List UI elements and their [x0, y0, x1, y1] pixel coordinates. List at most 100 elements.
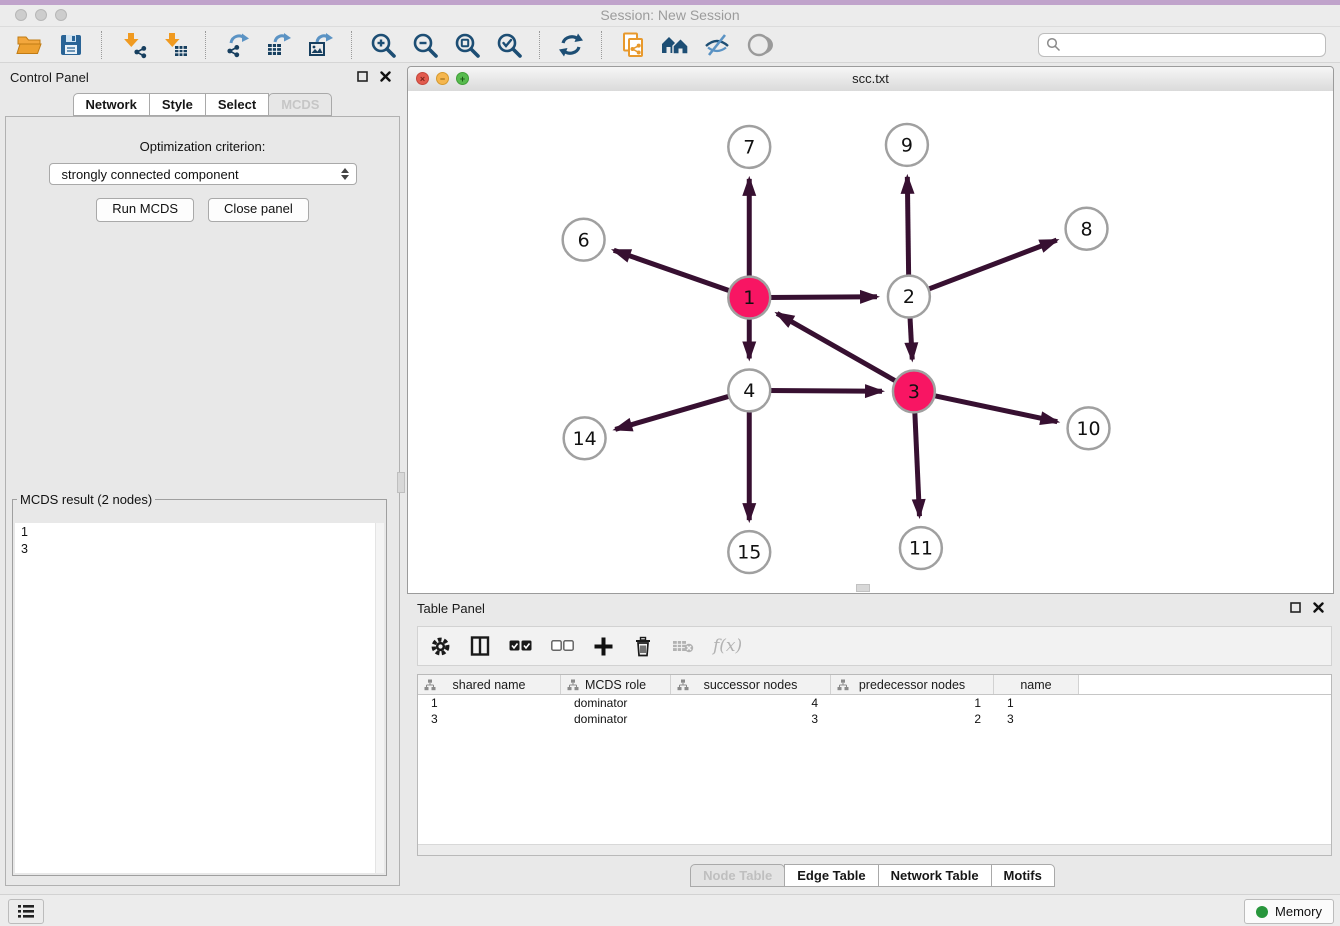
import-table-icon[interactable] [160, 30, 190, 60]
graph-edge-1-6[interactable] [614, 250, 732, 291]
tab-network[interactable]: Network [73, 93, 150, 116]
table-cell[interactable]: dominator [561, 695, 671, 711]
export-table-icon[interactable] [264, 30, 294, 60]
table-cell[interactable]: 3 [671, 711, 831, 727]
table-toolbar: f(x) [417, 626, 1332, 666]
search-input[interactable] [1065, 36, 1318, 53]
deselect-all-icon[interactable] [551, 633, 574, 659]
table-settings-icon[interactable] [430, 633, 451, 659]
graph-node-9[interactable]: 9 [886, 124, 928, 166]
node-table-body: 1dominator4113dominator323 [418, 695, 1331, 727]
column-header-shared-name[interactable]: shared name [418, 675, 561, 694]
vertical-splitter-handle[interactable] [397, 472, 405, 493]
column-header-successor-nodes[interactable]: successor nodes [671, 675, 831, 694]
select-stepper-icon [341, 168, 349, 180]
table-cell[interactable]: 1 [418, 695, 561, 711]
export-network-icon[interactable] [222, 30, 252, 60]
tab-select[interactable]: Select [205, 93, 269, 116]
delete-row-icon[interactable] [633, 633, 653, 659]
export-image-icon[interactable] [306, 30, 336, 60]
zoom-in-icon[interactable] [368, 30, 398, 60]
graph-edge-1-2[interactable] [768, 297, 877, 298]
table-cell[interactable]: 2 [831, 711, 994, 727]
clone-network-icon[interactable] [618, 30, 648, 60]
graph-edge-3-1[interactable] [777, 313, 897, 382]
memory-button[interactable]: Memory [1244, 899, 1334, 924]
table-cell[interactable]: dominator [561, 711, 671, 727]
graph-node-7[interactable]: 7 [728, 126, 770, 168]
column-header-predecessor-nodes[interactable]: predecessor nodes [831, 675, 994, 694]
toggle-columns-icon[interactable] [470, 633, 490, 659]
table-cell[interactable]: 3 [994, 711, 1079, 727]
tab-edge-table[interactable]: Edge Table [784, 864, 878, 887]
optimization-criterion-select[interactable]: strongly connected component [49, 163, 357, 185]
run-mcds-button[interactable]: Run MCDS [96, 198, 194, 222]
toolbar-separator [539, 31, 541, 59]
network-minimize-icon[interactable]: − [436, 72, 449, 85]
network-window-titlebar[interactable]: × − + scc.txt [408, 67, 1333, 92]
node-table[interactable]: shared nameMCDS rolesuccessor nodesprede… [417, 674, 1332, 856]
table-cell[interactable]: 1 [831, 695, 994, 711]
table-row[interactable]: 1dominator411 [418, 695, 1331, 711]
network-graph[interactable]: 7 9 6 8 1 2 4 3 14 10 15 11 [408, 91, 1333, 593]
tab-motifs[interactable]: Motifs [991, 864, 1055, 887]
graph-edge-2-9[interactable] [907, 177, 908, 278]
save-session-icon[interactable] [56, 30, 86, 60]
table-cell[interactable]: 1 [994, 695, 1079, 711]
graph-edge-4-14[interactable] [615, 396, 731, 430]
task-history-button[interactable] [8, 899, 44, 924]
tab-node-table[interactable]: Node Table [690, 864, 785, 887]
network-close-icon[interactable]: × [416, 72, 429, 85]
graph-node-11[interactable]: 11 [900, 527, 942, 569]
table-row[interactable]: 3dominator323 [418, 711, 1331, 727]
refresh-layout-icon[interactable] [556, 30, 586, 60]
hide-selected-icon[interactable] [702, 30, 732, 60]
zoom-fit-content-icon[interactable] [452, 30, 482, 60]
graph-edge-3-10[interactable] [932, 395, 1057, 421]
table-cell[interactable]: 4 [671, 695, 831, 711]
close-panel-icon[interactable] [1313, 602, 1324, 613]
search-field[interactable] [1038, 33, 1326, 57]
network-canvas[interactable]: 7 9 6 8 1 2 4 3 14 10 15 11 [408, 91, 1333, 593]
open-file-icon[interactable] [14, 30, 44, 60]
graph-node-10[interactable]: 10 [1068, 407, 1110, 449]
graph-node-4[interactable]: 4 [728, 369, 770, 411]
graph-node-2[interactable]: 2 [888, 276, 930, 318]
svg-text:6: 6 [578, 229, 590, 251]
zoom-selected-icon[interactable] [494, 30, 524, 60]
close-panel-icon[interactable] [380, 71, 391, 82]
graph-edge-2-3[interactable] [910, 316, 912, 360]
graph-edge-3-11[interactable] [915, 410, 920, 516]
import-network-icon[interactable] [118, 30, 148, 60]
main-toolbar [0, 27, 1340, 63]
tab-network-table[interactable]: Network Table [878, 864, 992, 887]
select-all-icon[interactable] [509, 633, 532, 659]
graph-node-3[interactable]: 3 [893, 370, 935, 412]
mcds-result-box: MCDS result (2 nodes) 1 3 [12, 492, 387, 876]
float-panel-icon[interactable] [357, 71, 368, 82]
graph-node-14[interactable]: 14 [564, 417, 606, 459]
zoom-out-icon[interactable] [410, 30, 440, 60]
graph-edge-2-8[interactable] [927, 240, 1057, 290]
close-panel-button[interactable]: Close panel [208, 198, 309, 222]
horizontal-splitter-handle[interactable] [856, 584, 870, 592]
tab-style[interactable]: Style [149, 93, 206, 116]
svg-text:3: 3 [908, 381, 920, 403]
control-panel: Control Panel NetworkStyleSelectMCDS Opt… [0, 63, 405, 894]
table-horizontal-scrollbar[interactable] [418, 844, 1331, 855]
mcds-result-area[interactable]: 1 3 [15, 523, 384, 873]
column-header-name[interactable]: name [994, 675, 1079, 694]
tab-mcds[interactable]: MCDS [268, 93, 332, 116]
graph-edge-4-3[interactable] [768, 391, 882, 392]
add-row-icon[interactable] [593, 633, 614, 659]
table-cell[interactable]: 3 [418, 711, 561, 727]
column-header-MCDS-role[interactable]: MCDS role [561, 675, 671, 694]
result-scrollbar[interactable] [375, 523, 384, 873]
graph-node-8[interactable]: 8 [1066, 208, 1108, 250]
graph-node-15[interactable]: 15 [728, 531, 770, 573]
network-maximize-icon[interactable]: + [456, 72, 469, 85]
graph-node-6[interactable]: 6 [563, 219, 605, 261]
first-neighbors-icon[interactable] [660, 30, 690, 60]
graph-node-1[interactable]: 1 [728, 277, 770, 319]
float-panel-icon[interactable] [1290, 602, 1301, 613]
